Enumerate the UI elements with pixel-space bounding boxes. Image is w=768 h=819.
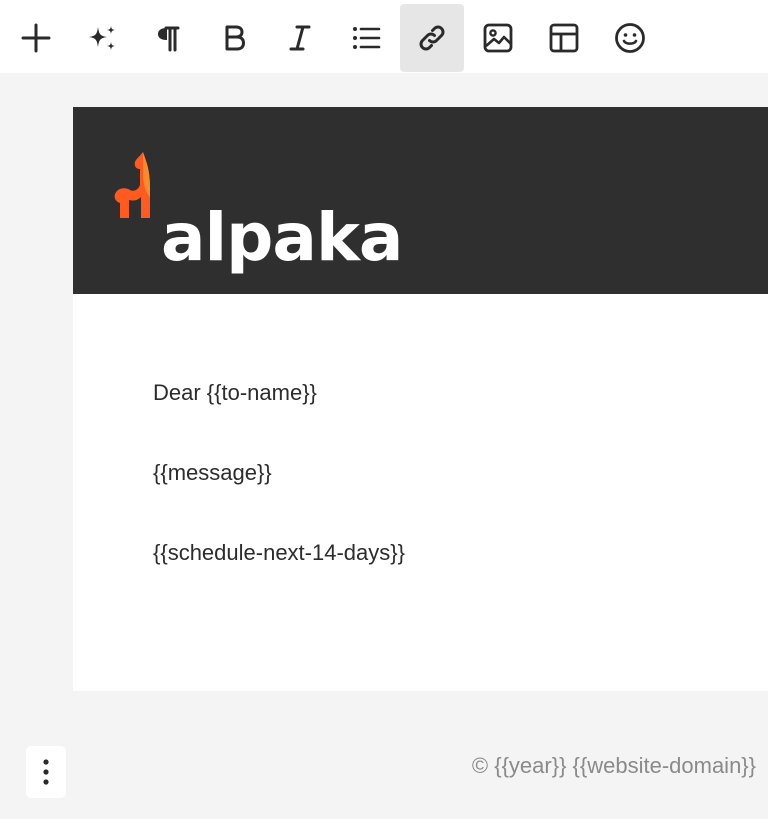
alpaka-mark-icon bbox=[114, 152, 150, 218]
add-block-button[interactable] bbox=[4, 4, 68, 72]
greeting-line[interactable]: Dear {{to-name}} bbox=[153, 379, 713, 407]
list-button[interactable] bbox=[334, 4, 398, 72]
logo-wordmark: alpaka bbox=[161, 199, 403, 276]
message-placeholder[interactable]: {{message}} bbox=[153, 459, 713, 487]
link-icon bbox=[419, 25, 445, 51]
alpaka-logo[interactable]: alpaka bbox=[113, 149, 413, 271]
email-editor: alpaka Dear {{to-name}} {{message}} {{sc… bbox=[0, 0, 768, 819]
image-button[interactable] bbox=[466, 4, 530, 72]
bold-button[interactable] bbox=[202, 4, 266, 72]
sparkles-icon bbox=[89, 26, 115, 50]
more-vertical-icon bbox=[43, 759, 49, 785]
bold-icon bbox=[225, 25, 245, 51]
editor-toolbar bbox=[0, 0, 768, 73]
italic-button[interactable] bbox=[268, 4, 332, 72]
list-icon bbox=[353, 27, 381, 49]
email-header: alpaka bbox=[73, 107, 768, 294]
link-button[interactable] bbox=[400, 4, 464, 72]
more-options-button[interactable] bbox=[26, 746, 66, 798]
footer-copyright: © {{year}} {{website-domain}} bbox=[471, 753, 756, 778]
table-button[interactable] bbox=[532, 4, 596, 72]
italic-icon bbox=[289, 25, 311, 51]
email-template: alpaka Dear {{to-name}} {{message}} {{sc… bbox=[73, 107, 768, 691]
table-icon bbox=[549, 23, 579, 53]
emoji-button[interactable] bbox=[598, 4, 662, 72]
ai-assist-button[interactable] bbox=[70, 4, 134, 72]
paragraph-icon bbox=[158, 26, 180, 52]
emoji-icon bbox=[615, 23, 645, 53]
image-icon bbox=[483, 23, 513, 53]
plus-icon bbox=[21, 23, 51, 53]
schedule-placeholder[interactable]: {{schedule-next-14-days}} bbox=[153, 539, 713, 567]
paragraph-button[interactable] bbox=[136, 4, 200, 72]
email-body: Dear {{to-name}} {{message}} {{schedule-… bbox=[153, 379, 713, 619]
